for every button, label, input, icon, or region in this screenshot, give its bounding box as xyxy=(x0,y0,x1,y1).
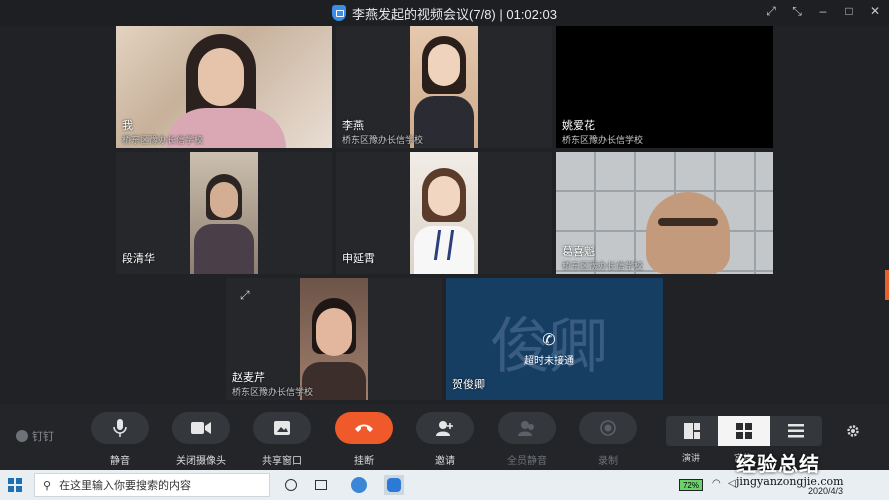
participant-tile[interactable]: 李燕 桥东区豫办长信学校 xyxy=(336,26,552,148)
microphone-icon xyxy=(113,419,127,437)
dingtalk-icon xyxy=(16,430,28,442)
camera-off-button-label: 关闭摄像头 xyxy=(176,456,226,467)
participant-org: 桥东区豫办长信学校 xyxy=(562,261,644,271)
record-icon xyxy=(600,420,616,436)
participant-org: 桥东区豫办长信学校 xyxy=(122,135,204,145)
participant-org: 桥东区豫办长信学校 xyxy=(562,135,644,145)
collapse-icon[interactable]: ⤡ xyxy=(791,4,803,19)
hang-up-button[interactable]: 挂断 xyxy=(334,412,394,467)
participant-name: 申延霄 xyxy=(342,253,375,265)
call-status: ✆ 超时未接通 xyxy=(524,330,574,367)
close-icon[interactable]: ✕ xyxy=(869,4,881,19)
mute-all-button-label: 全员静音 xyxy=(507,456,547,467)
title-bar: 李燕发起的视频会议(7/8) | 01:02:03 ⤢ ⤡ – □ ✕ xyxy=(0,0,889,26)
brand-logo: 钉钉 xyxy=(16,428,54,444)
share-screen-icon xyxy=(274,421,290,435)
speaker-layout-button[interactable] xyxy=(666,416,718,446)
mute-all-icon xyxy=(518,421,534,436)
hang-up-icon xyxy=(355,424,373,432)
brand-name: 钉钉 xyxy=(32,431,54,443)
cortana-icon[interactable] xyxy=(281,475,301,495)
record-button-label: 录制 xyxy=(598,456,618,467)
watermark-url: jingyanzongjie.com xyxy=(736,475,844,488)
participant-tile[interactable]: 姚爱花 桥东区豫办长信学校 xyxy=(556,26,773,148)
participant-tile[interactable]: ⤢ 赵麦芹 桥东区豫办长信学校 xyxy=(226,278,442,400)
taskbar-search-box[interactable]: ⚲ 在这里输入你要搜索的内容 xyxy=(34,473,270,497)
task-view-icon[interactable] xyxy=(311,475,331,495)
tray-volume-icon[interactable]: ◁ xyxy=(728,478,736,489)
participant-name: 赵麦芹 xyxy=(232,372,265,384)
speaker-layout-icon xyxy=(684,423,700,439)
video-grid: 我 桥东区豫办长信学校 李燕 桥东区豫办长信学校 姚爱花 桥东区豫办长信学校 段… xyxy=(0,26,889,404)
hang-up-button-label: 挂断 xyxy=(354,456,374,467)
battery-percent: 72% xyxy=(682,480,699,490)
app-icon[interactable] xyxy=(349,475,369,495)
mute-button-label: 静音 xyxy=(110,456,130,467)
participant-video xyxy=(410,152,478,274)
watermark-text: 经验总结 xyxy=(736,452,820,476)
scrollbar-marker[interactable] xyxy=(885,270,889,300)
invite-button[interactable]: 邀请 xyxy=(415,412,475,467)
participant-name: 李燕 xyxy=(342,120,364,132)
search-icon: ⚲ xyxy=(43,479,52,492)
camera-off-button[interactable]: 关闭摄像头 xyxy=(171,412,231,467)
window-title-text: 李燕发起的视频会议(7/8) | 01:02:03 xyxy=(352,6,557,22)
battery-indicator[interactable]: 72% xyxy=(679,479,703,491)
participant-tile[interactable]: 申延霄 xyxy=(336,152,552,274)
participant-video xyxy=(190,152,258,274)
dingtalk-taskbar-icon[interactable] xyxy=(384,475,404,495)
window-controls: ⤢ ⤡ – □ ✕ xyxy=(765,4,881,19)
participant-name: 我 xyxy=(122,120,133,132)
expand-icon[interactable]: ⤢ xyxy=(240,288,250,303)
taskbar-search-placeholder: 在这里输入你要搜索的内容 xyxy=(59,480,192,492)
invite-user-icon xyxy=(436,421,453,436)
window-title: 李燕发起的视频会议(7/8) | 01:02:03 xyxy=(332,4,557,23)
speaker-layout-label: 演讲 xyxy=(682,453,701,463)
record-button[interactable]: 录制 xyxy=(578,412,638,467)
participant-tile[interactable]: 我 桥东区豫办长信学校 xyxy=(116,26,332,148)
site-watermark: 经验总结 jingyanzongjie.com xyxy=(736,448,844,488)
export-icon[interactable]: ⤢ xyxy=(765,4,777,19)
participant-tile[interactable]: 葛喜魁 桥东区豫办长信学校 xyxy=(556,152,773,274)
participant-org: 桥东区豫办长信学校 xyxy=(342,135,424,145)
call-status-text: 超时未接通 xyxy=(524,356,574,367)
participant-name: 贺俊卿 xyxy=(452,379,485,391)
participant-name: 段清华 xyxy=(122,253,155,265)
minimize-icon[interactable]: – xyxy=(817,4,829,19)
tray-wifi-icon[interactable]: ◠ xyxy=(712,478,721,489)
mute-all-button[interactable]: 全员静音 xyxy=(497,412,557,467)
phone-icon: ✆ xyxy=(542,332,556,349)
windows-start-icon[interactable] xyxy=(8,478,22,492)
participant-video xyxy=(410,26,478,148)
grid-layout-button[interactable] xyxy=(718,416,770,446)
list-layout-button[interactable] xyxy=(770,416,822,446)
participant-video xyxy=(116,26,332,148)
gear-icon xyxy=(847,425,859,437)
shield-lock-icon xyxy=(332,5,347,21)
list-layout-icon xyxy=(788,424,804,438)
participant-tile[interactable]: 段清华 xyxy=(116,152,332,274)
settings-button[interactable] xyxy=(846,424,860,443)
camera-icon xyxy=(191,422,211,434)
invite-button-label: 邀请 xyxy=(435,456,455,467)
participant-name: 姚爱花 xyxy=(562,120,595,132)
layout-switcher xyxy=(666,416,822,446)
participant-org: 桥东区豫办长信学校 xyxy=(232,387,314,397)
participant-tile[interactable]: 俊卿 ✆ 超时未接通 贺俊卿 xyxy=(446,278,663,400)
maximize-icon[interactable]: □ xyxy=(843,4,855,19)
video-meeting-window: 李燕发起的视频会议(7/8) | 01:02:03 ⤢ ⤡ – □ ✕ 我 桥东… xyxy=(0,0,889,470)
mute-button[interactable]: 静音 xyxy=(90,412,150,467)
participant-name: 葛喜魁 xyxy=(562,246,595,258)
grid-layout-icon xyxy=(736,423,752,439)
participant-video xyxy=(300,278,368,400)
share-window-button-label: 共享窗口 xyxy=(262,456,302,467)
share-window-button[interactable]: 共享窗口 xyxy=(252,412,312,467)
